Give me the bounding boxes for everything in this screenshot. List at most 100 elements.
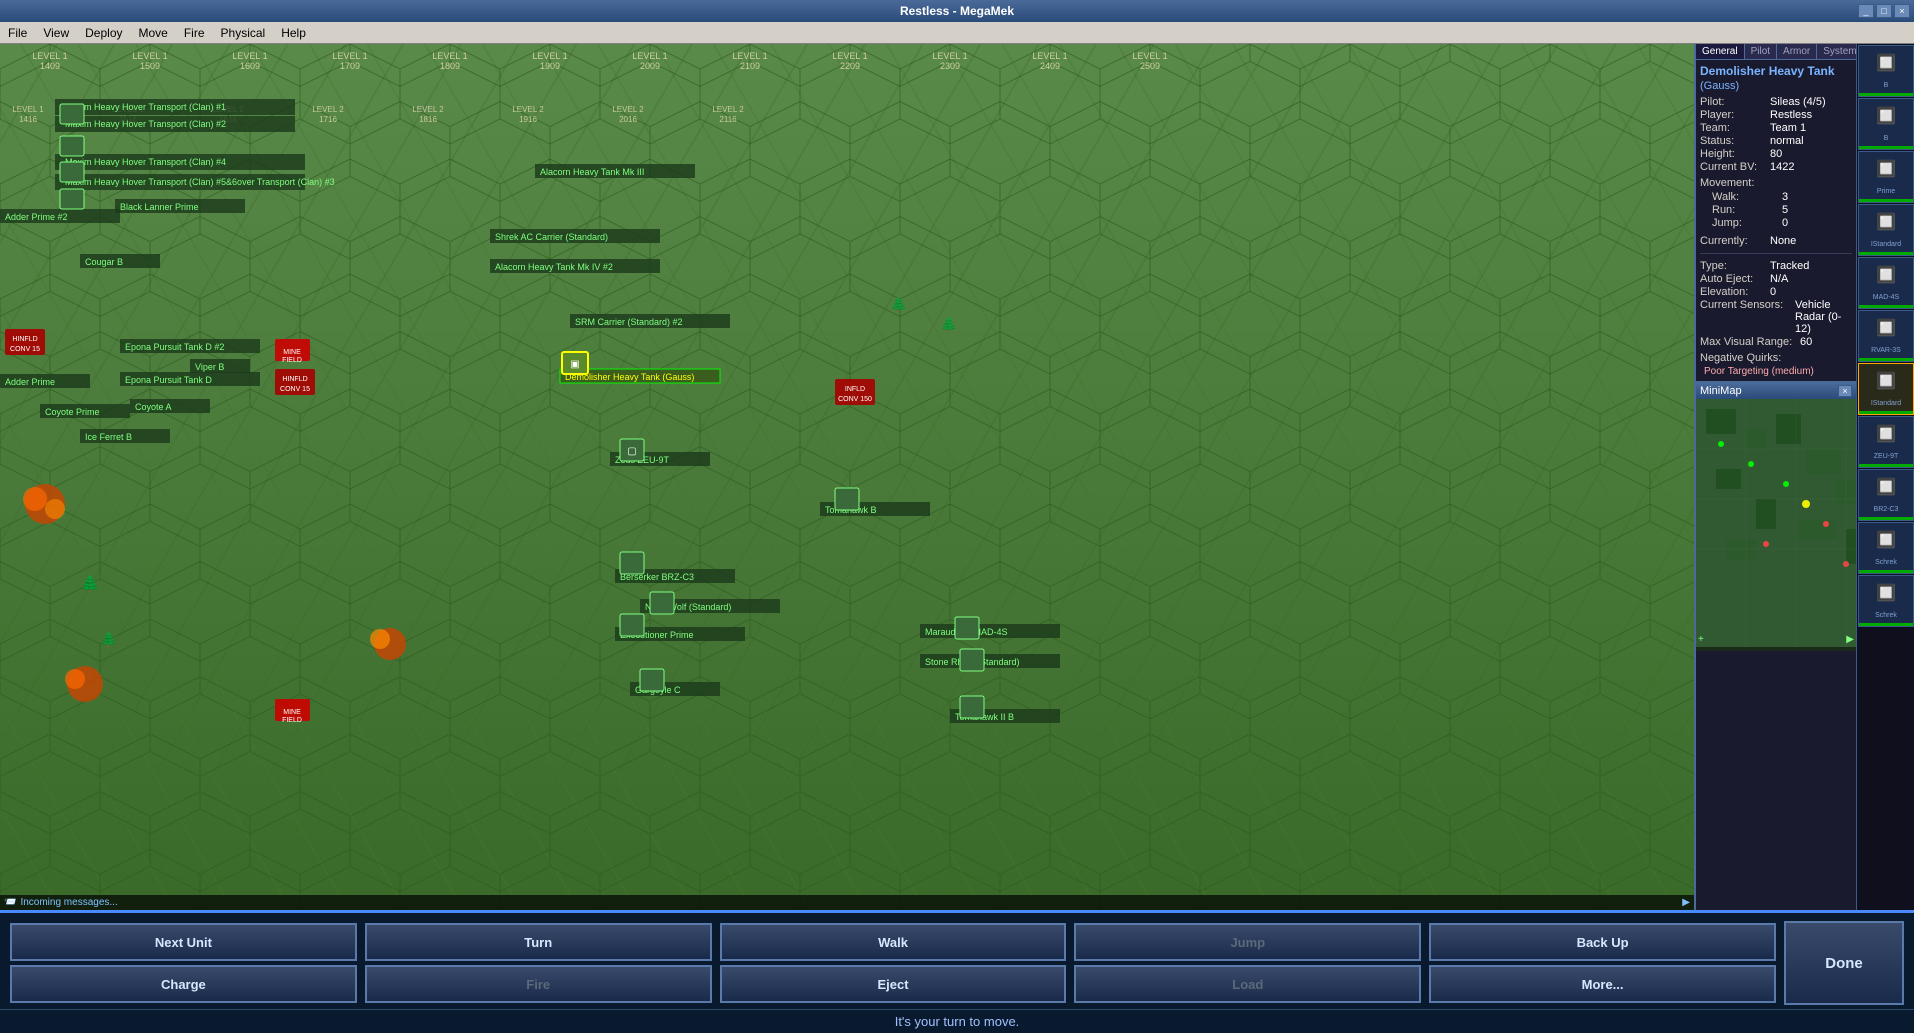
svg-text:CONV 150: CONV 150 [838,396,872,403]
unit-card-10[interactable]: 🔲 Schrek [1858,575,1914,627]
team-label: Team: [1700,122,1770,134]
unit-icon-4: 🔲 [1876,265,1896,285]
svg-text:🌲: 🌲 [940,316,957,333]
svg-text:2009: 2009 [640,61,660,71]
charge-button[interactable]: Charge [10,965,357,1003]
unit-card-0[interactable]: 🔲 B [1858,45,1914,97]
unit-card-7[interactable]: 🔲 ZEU-9T [1858,416,1914,468]
unit-info-content: Demolisher Heavy Tank (Gauss) Pilot: Sil… [1696,60,1856,381]
minimap-close-button[interactable]: × [1838,385,1852,397]
minimap: MiniMap × [1696,381,1856,651]
svg-text:2309: 2309 [940,61,960,71]
svg-text:LEVEL 1: LEVEL 1 [232,51,267,61]
svg-text:Maxim Heavy Hover Transport (C: Maxim Heavy Hover Transport (Clan) #1 [65,102,226,112]
back-up-button[interactable]: Back Up [1429,923,1776,961]
svg-text:1609: 1609 [240,61,260,71]
svg-text:Maxim Heavy Hover Transport (C: Maxim Heavy Hover Transport (Clan) #4 [65,157,226,167]
menu-view[interactable]: View [35,24,77,42]
tab-pilot[interactable]: Pilot [1745,44,1777,59]
unit-card-1[interactable]: 🔲 B [1858,98,1914,150]
next-unit-button[interactable]: Next Unit [10,923,357,961]
svg-text:Black Lanner Prime: Black Lanner Prime [120,202,199,212]
unit-card-6[interactable]: 🔲 IStandard [1858,363,1914,415]
tab-armor[interactable]: Armor [1777,44,1817,59]
svg-text:LEVEL 1: LEVEL 1 [1132,51,1167,61]
unit-card-4[interactable]: 🔲 MAD-4S [1858,257,1914,309]
run-row: Run: 5 [1700,204,1852,216]
messages-scroll[interactable]: ▶ [1682,897,1690,908]
maximize-button[interactable]: □ [1876,4,1892,18]
menu-move[interactable]: Move [131,24,176,42]
minimap-title: MiniMap × [1696,383,1856,399]
svg-text:Alacorn Heavy Tank Mk III: Alacorn Heavy Tank Mk III [540,167,644,177]
menu-physical[interactable]: Physical [213,24,274,42]
done-button[interactable]: Done [1784,921,1904,1005]
svg-text:MINE: MINE [283,709,301,716]
button-row-1: Next Unit Turn Walk Jump Back Up [10,923,1776,961]
unit-card-8[interactable]: 🔲 BR2-C3 [1858,469,1914,521]
minimize-button[interactable]: _ [1858,4,1874,18]
unit-icon-7: 🔲 [1876,424,1896,444]
svg-text:FIELD: FIELD [282,717,302,724]
svg-text:LEVEL 2: LEVEL 2 [612,105,644,114]
svg-text:Alacorn Heavy Tank Mk IV #2: Alacorn Heavy Tank Mk IV #2 [495,262,613,272]
auto-eject-value: N/A [1770,273,1788,285]
height-value: 80 [1770,148,1782,160]
game-map[interactable]: LEVEL 1 1416 LEVEL 1 1516 LEVEL 2 1616 L… [0,44,1694,910]
bv-label: Current BV: [1700,161,1770,173]
svg-text:SRM Carrier (Standard) #2: SRM Carrier (Standard) #2 [575,317,683,327]
sensors-row: Current Sensors: Vehicle Radar (0-12) [1700,299,1852,335]
eject-button[interactable]: Eject [720,965,1067,1003]
menu-bar: File View Deploy Move Fire Physical Help [0,22,1914,44]
tab-general[interactable]: General [1696,44,1745,59]
unit-icon-1: 🔲 [1876,106,1896,126]
unit-card-2[interactable]: 🔲 Prime [1858,151,1914,203]
tab-systems[interactable]: Systems [1817,44,1856,59]
svg-text:Cougar B: Cougar B [85,257,123,267]
svg-text:Adder Prime #2: Adder Prime #2 [5,212,68,222]
load-button[interactable]: Load [1074,965,1421,1003]
svg-text:LEVEL 1: LEVEL 1 [732,51,767,61]
bv-row: Current BV: 1422 [1700,161,1852,173]
menu-help[interactable]: Help [273,24,314,42]
unit-card-5[interactable]: 🔲 RVAR-3S [1858,310,1914,362]
close-button[interactable]: × [1894,4,1910,18]
unit-health-bar-8 [1859,517,1913,520]
jump-button[interactable]: Jump [1074,923,1421,961]
unit-card-9[interactable]: 🔲 Schrek [1858,522,1914,574]
menu-file[interactable]: File [0,24,35,42]
svg-text:CONV 15: CONV 15 [10,346,40,353]
unit-icon-2: 🔲 [1876,159,1896,179]
team-value: Team 1 [1770,122,1806,134]
button-row-2: Charge Fire Eject Load More... [10,965,1776,1003]
auto-eject-row: Auto Eject: N/A [1700,273,1852,285]
turn-button[interactable]: Turn [365,923,712,961]
unit-card-3[interactable]: 🔲 IStandard [1858,204,1914,256]
menu-deploy[interactable]: Deploy [77,24,130,42]
status-bar: It's your turn to move. [0,1009,1914,1033]
svg-text:MINE: MINE [283,349,301,356]
unit-health-bar-6 [1859,411,1913,414]
svg-text:LEVEL 1: LEVEL 1 [332,51,367,61]
unit-label-0: B [1884,82,1889,90]
menu-fire[interactable]: Fire [176,24,213,42]
button-group-left: Next Unit Turn Walk Jump Back Up Charge … [10,923,1776,1003]
player-label: Player: [1700,109,1770,121]
svg-text:1409: 1409 [40,61,60,71]
jump-label: Jump: [1712,217,1782,229]
unit-icon-10: 🔲 [1876,583,1896,603]
svg-text:LEVEL 2: LEVEL 2 [512,105,544,114]
walk-button[interactable]: Walk [720,923,1067,961]
status-message: It's your turn to move. [895,1014,1020,1029]
action-buttons: Next Unit Turn Walk Jump Back Up Charge … [0,913,1914,1009]
unit-icon-3: 🔲 [1876,212,1896,232]
quirks-label: Negative Quirks: [1700,352,1781,364]
fire-button[interactable]: Fire [365,965,712,1003]
bottom-panel: Next Unit Turn Walk Jump Back Up Charge … [0,910,1914,1025]
more-button[interactable]: More... [1429,965,1776,1003]
minimap-nav[interactable]: ▶ [1846,634,1854,645]
unit-health-bar-4 [1859,305,1913,308]
svg-text:1716: 1716 [319,115,337,124]
svg-text:CONV 15: CONV 15 [280,386,310,393]
minimap-nav2[interactable]: + [1698,634,1704,645]
